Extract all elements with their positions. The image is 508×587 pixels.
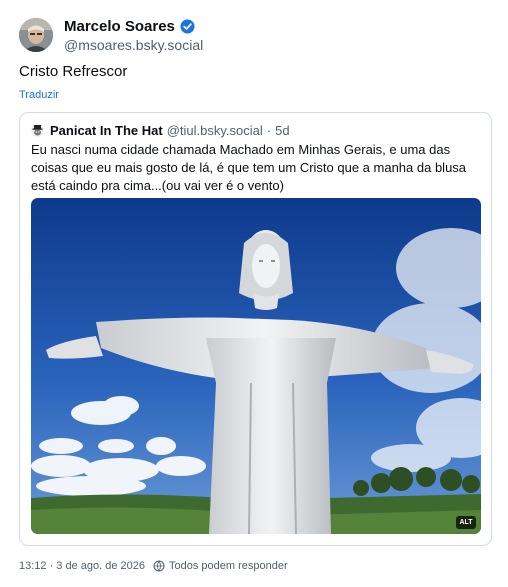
post-text: Cristo Refrescor [19,63,128,80]
translate-link[interactable]: Traduzir [19,89,59,101]
christ-statue-photo [31,198,481,534]
post-meta: 13:12 · 3 de ago. de 2026 Todos podem re… [19,560,288,572]
author-avatar[interactable] [19,17,53,52]
reply-setting[interactable]: Todos podem responder [169,560,288,572]
author-display-name[interactable]: Marcelo Soares [64,18,175,35]
quoted-handle[interactable]: @tiul.bsky.social [167,123,263,138]
separator-dot: · [266,123,272,138]
alt-badge[interactable]: ALT [456,516,476,529]
author-handle[interactable]: @msoares.bsky.social [64,37,203,53]
quoted-timestamp[interactable]: 5d [275,123,289,138]
globe-icon [153,560,165,572]
quoted-image[interactable]: ALT [31,198,481,534]
post-timestamp: 13:12 · 3 de ago. de 2026 [19,560,145,572]
quoted-author-avatar[interactable] [31,124,44,137]
quoted-author: Panicat In The Hat @tiul.bsky.social · 5… [31,123,290,138]
verified-badge-icon [180,19,195,34]
quoted-text: Eu nasci numa cidade chamada Machado em … [31,142,467,193]
post-author: Marcelo Soares @msoares.bsky.social [19,16,203,53]
quoted-post[interactable]: Panicat In The Hat @tiul.bsky.social · 5… [19,112,492,546]
quoted-display-name[interactable]: Panicat In The Hat [50,123,163,138]
